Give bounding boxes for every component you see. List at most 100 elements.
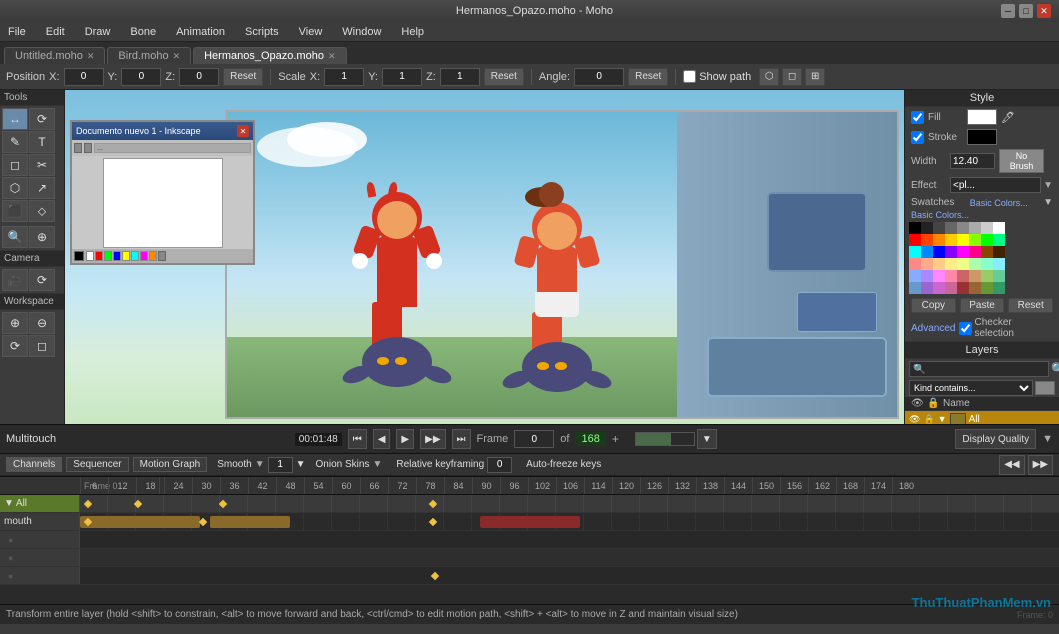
palette-color-cell[interactable] xyxy=(909,282,921,294)
ws-btn1[interactable]: ⊕ xyxy=(2,312,28,334)
palette-color-cell[interactable] xyxy=(993,270,1005,282)
fill-color-swatch[interactable] xyxy=(967,109,997,125)
toolbar-icon-3[interactable]: ⊞ xyxy=(805,68,825,86)
width-input[interactable] xyxy=(950,153,995,169)
scale-y-input[interactable] xyxy=(382,68,422,86)
basic-colors-text[interactable]: Basic Colors... xyxy=(905,210,1059,220)
kind-select[interactable]: Kind contains... xyxy=(909,380,1033,396)
show-path-checkbox[interactable] xyxy=(683,70,696,83)
kind-color-swatch[interactable] xyxy=(1035,381,1055,395)
timeline-prev-btn[interactable]: ◀◀ xyxy=(999,455,1024,475)
toolbar-icon-2[interactable]: ◻ xyxy=(782,68,802,86)
paste-style-button[interactable]: Paste xyxy=(960,298,1005,313)
palette-color-cell[interactable] xyxy=(993,234,1005,246)
palette-color-cell[interactable] xyxy=(909,246,921,258)
checker-checkbox[interactable] xyxy=(959,322,972,335)
go-end-button[interactable]: ⏭ xyxy=(452,429,471,449)
stroke-checkbox[interactable] xyxy=(911,131,924,144)
effect-dropdown-icon[interactable]: ▼ xyxy=(1043,180,1053,191)
menu-file[interactable]: File xyxy=(4,24,30,40)
palette-color-cell[interactable] xyxy=(957,258,969,270)
close-button[interactable]: ✕ xyxy=(1037,4,1051,18)
palette-color-cell[interactable] xyxy=(969,270,981,282)
advanced-label[interactable]: Advanced xyxy=(911,323,955,334)
toolbar-icon-1[interactable]: ⬡ xyxy=(759,68,779,86)
palette-color-cell[interactable] xyxy=(945,222,957,234)
add-frame-icon[interactable]: + xyxy=(612,432,619,446)
ws-btn3[interactable]: ⟳ xyxy=(2,335,28,357)
basic-colors-label[interactable]: Basic Colors... xyxy=(970,198,1028,208)
scene-viewport[interactable] xyxy=(225,110,899,419)
tool-shape[interactable]: ◻ xyxy=(2,154,28,176)
show-path-check[interactable]: Show path xyxy=(683,70,751,83)
palette-color-cell[interactable] xyxy=(909,270,921,282)
palette-color-cell[interactable] xyxy=(957,246,969,258)
tool-extra1[interactable]: ⊕ xyxy=(29,226,55,248)
z-input[interactable] xyxy=(179,68,219,86)
stroke-color-swatch[interactable] xyxy=(967,129,997,145)
palette-color-cell[interactable] xyxy=(969,222,981,234)
fill-color-picker-icon[interactable]: 🖊 xyxy=(1001,111,1015,124)
menu-scripts[interactable]: Scripts xyxy=(241,24,283,40)
palette-color-cell[interactable] xyxy=(981,270,993,282)
palette-color-cell[interactable] xyxy=(993,246,1005,258)
track-content-empty1[interactable] xyxy=(80,531,1059,548)
palette-color-cell[interactable] xyxy=(945,258,957,270)
layer-item-all[interactable]: 👁 🔒 ▼ All xyxy=(905,411,1059,424)
camera-btn1[interactable]: 🎥 xyxy=(2,269,28,291)
tool-diamond[interactable]: ⬦ xyxy=(29,200,55,222)
play-button[interactable]: ▶ xyxy=(396,429,414,449)
motion-graph-tab[interactable]: Motion Graph xyxy=(133,457,208,472)
sequencer-tab[interactable]: Sequencer xyxy=(66,457,128,472)
palette-color-cell[interactable] xyxy=(957,282,969,294)
angle-input[interactable] xyxy=(574,68,624,86)
menu-animation[interactable]: Animation xyxy=(172,24,229,40)
palette-color-cell[interactable] xyxy=(909,222,921,234)
y-input[interactable] xyxy=(121,68,161,86)
timeline-next-btn[interactable]: ▶▶ xyxy=(1028,455,1053,475)
tool-text[interactable]: T xyxy=(29,131,55,153)
scale-x-input[interactable] xyxy=(324,68,364,86)
palette-color-cell[interactable] xyxy=(921,222,933,234)
palette-color-cell[interactable] xyxy=(933,258,945,270)
palette-color-cell[interactable] xyxy=(981,222,993,234)
palette-color-cell[interactable] xyxy=(957,270,969,282)
layers-search-input[interactable] xyxy=(909,361,1049,377)
tool-fill[interactable]: ⬛ xyxy=(2,200,28,222)
palette-color-cell[interactable] xyxy=(933,234,945,246)
tool-draw[interactable]: ✎ xyxy=(2,131,28,153)
reset-position-button[interactable]: Reset xyxy=(223,68,263,86)
smooth-dropdown[interactable]: ▼ xyxy=(255,459,265,470)
inkscape-close-button[interactable]: ✕ xyxy=(237,125,249,137)
effect-input[interactable] xyxy=(950,177,1041,193)
fill-checkbox[interactable] xyxy=(911,111,924,124)
palette-color-cell[interactable] xyxy=(921,258,933,270)
tab-bird[interactable]: Bird.moho ✕ xyxy=(107,47,191,64)
palette-color-cell[interactable] xyxy=(945,282,957,294)
layer-lock-icon[interactable]: 🔒 xyxy=(923,414,934,425)
track-content-empty2[interactable] xyxy=(80,549,1059,566)
palette-color-cell[interactable] xyxy=(933,246,945,258)
onion-dropdown[interactable]: ▼ xyxy=(372,459,382,470)
minimize-button[interactable]: ─ xyxy=(1001,4,1015,18)
reset-style-button[interactable]: Reset xyxy=(1008,298,1053,313)
next-frame-button[interactable]: ▶▶ xyxy=(420,429,445,449)
palette-color-cell[interactable] xyxy=(933,270,945,282)
channels-tab[interactable]: Channels xyxy=(6,457,62,472)
smooth-arrows[interactable]: ▼ xyxy=(296,459,306,470)
track-content-empty3[interactable] xyxy=(80,567,1059,584)
swatches-options-icon[interactable]: ▼ xyxy=(1043,197,1053,208)
palette-color-cell[interactable] xyxy=(909,234,921,246)
tab-untitled[interactable]: Untitled.moho ✕ xyxy=(4,47,105,64)
x-input[interactable] xyxy=(64,68,104,86)
palette-color-cell[interactable] xyxy=(993,258,1005,270)
track-content-mouth[interactable] xyxy=(80,513,1059,530)
palette-color-cell[interactable] xyxy=(981,258,993,270)
palette-color-cell[interactable] xyxy=(933,222,945,234)
layers-search-icon[interactable]: 🔍 xyxy=(1051,362,1059,376)
palette-color-cell[interactable] xyxy=(909,258,921,270)
tool-cut[interactable]: ✂ xyxy=(29,154,55,176)
reset-angle-button[interactable]: Reset xyxy=(628,68,668,86)
ws-btn4[interactable]: ◻ xyxy=(29,335,55,357)
palette-color-cell[interactable] xyxy=(945,270,957,282)
